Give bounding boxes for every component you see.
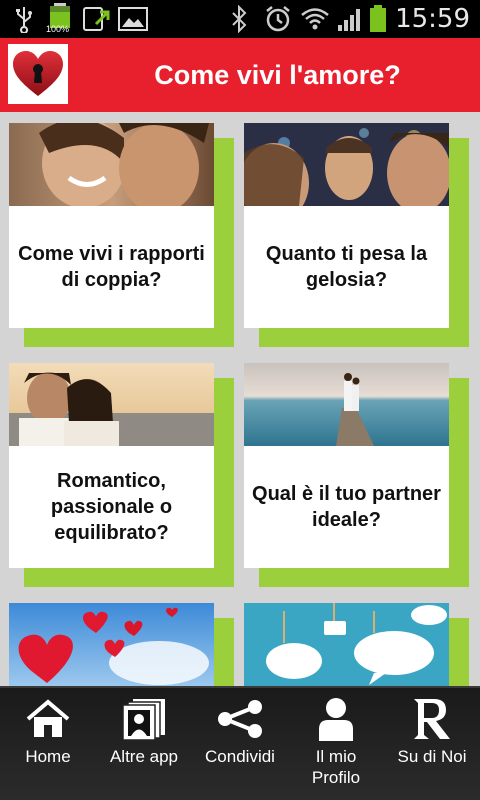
card-photo-pier <box>244 363 449 446</box>
card-label: Qual è il tuo partner ideale? <box>252 483 441 531</box>
status-time: 15:59 <box>395 4 470 34</box>
bottom-nav: Home Altre app Condividi Il mio Profilo … <box>0 686 480 800</box>
card-face <box>244 603 449 686</box>
wifi-icon <box>300 0 330 38</box>
alarm-icon <box>264 0 292 38</box>
card-label: Quanto ti pesa la gelosia? <box>265 243 428 291</box>
upload-icon <box>82 0 112 38</box>
about-icon <box>412 696 452 742</box>
signal-icon <box>336 0 364 38</box>
card-face: Quanto ti pesa la gelosia? <box>244 123 449 328</box>
quiz-card-romantico[interactable]: Romantico, passionale o equilibrato? <box>9 363 234 587</box>
card-photo-couple-smiling <box>9 123 214 206</box>
page-title: Come vivi l'amore? <box>154 60 401 90</box>
app-header: Come vivi l'amore? <box>0 38 480 112</box>
home-icon <box>26 696 70 742</box>
card-photo-couple-sunset <box>9 363 214 446</box>
gallery-icon <box>118 0 148 38</box>
card-photo-heart-balloons <box>9 603 214 686</box>
quiz-card-partner[interactable]: Qual è il tuo partner ideale? <box>244 363 469 587</box>
card-face: Romantico, passionale o equilibrato? <box>9 363 214 568</box>
nav-condividi[interactable]: Condividi <box>192 688 288 800</box>
nav-home[interactable]: Home <box>0 688 96 800</box>
card-label: Romantico, passionale o equilibrato? <box>50 470 173 544</box>
battery-icon <box>368 0 388 38</box>
share-icon <box>215 696 265 742</box>
nav-label: Il mio Profilo <box>311 747 361 787</box>
quiz-card-rapporti[interactable]: Come vivi i rapporti di coppia? <box>9 123 234 347</box>
quiz-card-6[interactable] <box>244 603 469 686</box>
profile-icon <box>318 696 354 742</box>
card-face <box>9 603 214 686</box>
apps-icon <box>121 696 167 742</box>
quiz-card-5[interactable] <box>9 603 234 686</box>
nav-label: Home <box>25 747 71 766</box>
heart-lock-icon[interactable] <box>8 44 68 104</box>
bluetooth-icon <box>230 0 248 38</box>
battery-percent: 100% <box>46 24 70 34</box>
nav-su-di-noi[interactable]: Su di Noi <box>384 688 480 800</box>
card-face: Qual è il tuo partner ideale? <box>244 363 449 568</box>
nav-label: Condividi <box>205 747 275 766</box>
card-photo-speech-bubbles <box>244 603 449 686</box>
nav-altre-app[interactable]: Altre app <box>96 688 192 800</box>
nav-label: Altre app <box>109 747 179 766</box>
quiz-grid: Come vivi i rapporti di coppia? Quanto t… <box>0 112 480 686</box>
status-bar: 100% 15:59 <box>0 0 480 38</box>
card-face: Come vivi i rapporti di coppia? <box>9 123 214 328</box>
quiz-card-gelosia[interactable]: Quanto ti pesa la gelosia? <box>244 123 469 347</box>
card-photo-jealousy <box>244 123 449 206</box>
nav-label: Su di Noi <box>397 747 467 766</box>
usb-icon <box>14 0 34 38</box>
nav-profilo[interactable]: Il mio Profilo <box>288 688 384 800</box>
card-label: Come vivi i rapporti di coppia? <box>18 243 205 291</box>
